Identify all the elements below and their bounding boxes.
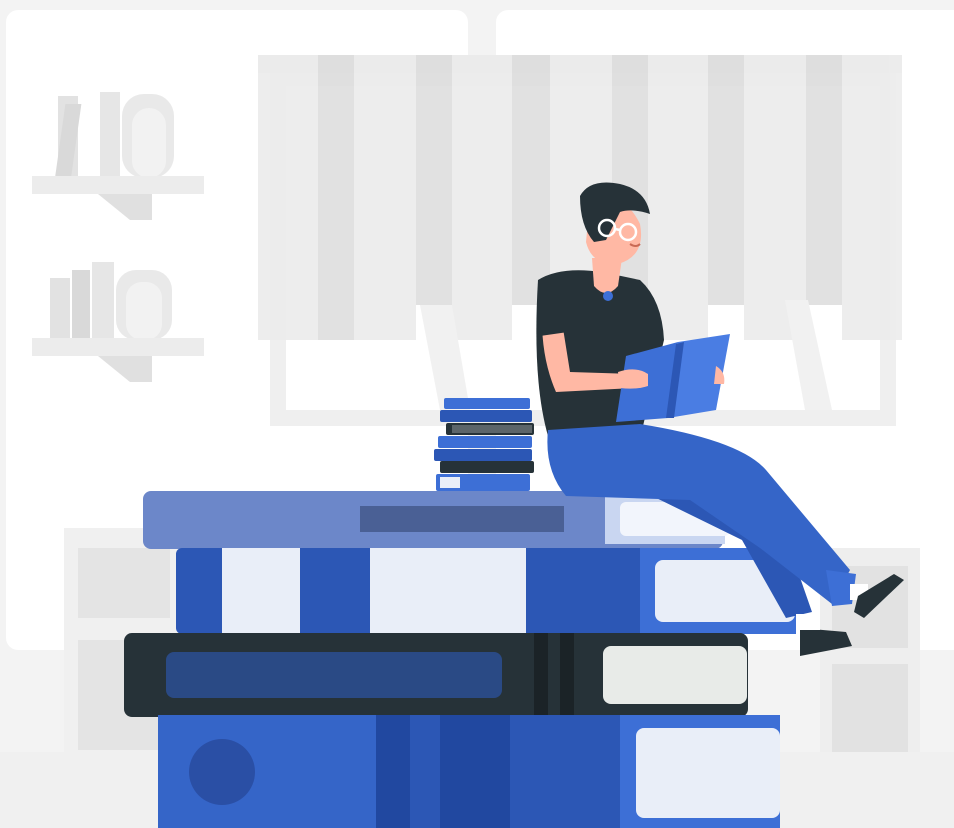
reading-illustration-svg <box>0 10 954 828</box>
stack-book-1 <box>143 491 730 549</box>
person-back-sock <box>796 614 820 630</box>
illustration-scene <box>0 0 954 828</box>
stack-book-3 <box>124 633 748 717</box>
person-hand <box>618 369 648 389</box>
small-book-pile <box>434 398 534 491</box>
stack-book-4 <box>158 715 780 828</box>
stack-book-2 <box>176 548 796 634</box>
person-collar <box>603 291 613 301</box>
book-stack <box>124 491 796 828</box>
